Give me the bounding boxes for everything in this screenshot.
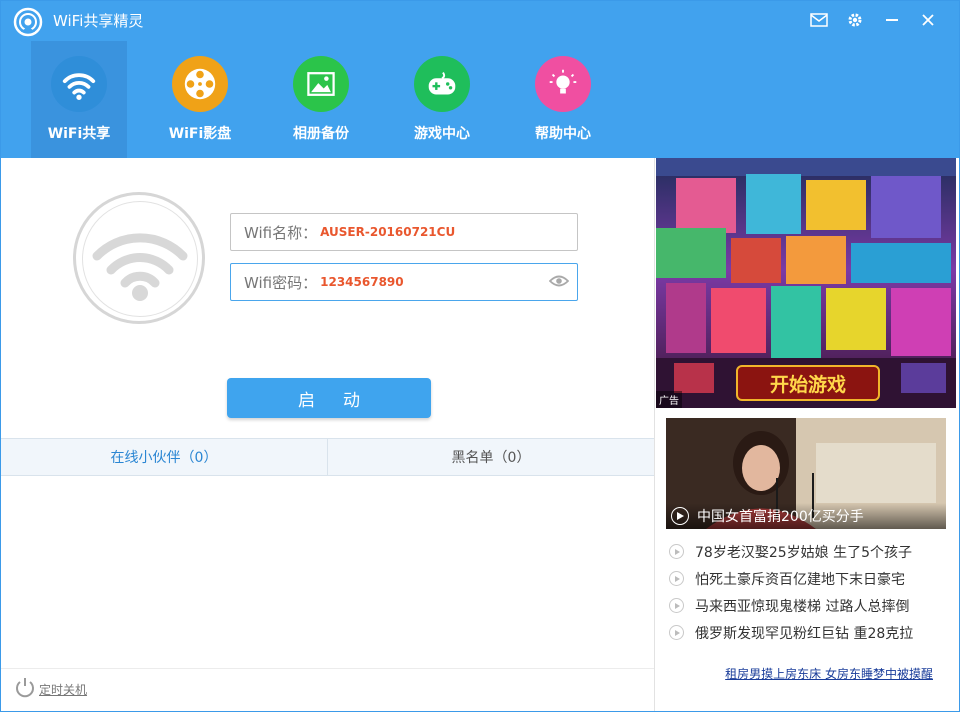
message-button[interactable]: [808, 9, 830, 31]
wifi-icon: [62, 73, 96, 100]
news-list: 78岁老汉娶25岁姑娘 生了5个孩子 怕死土豪斥资百亿建地下末日豪宅 马来西亚惊…: [669, 538, 954, 646]
news-item[interactable]: 怕死土豪斥资百亿建地下末日豪宅: [669, 565, 954, 592]
news-title: 马来西亚惊现鬼楼梯 过路人总摔倒: [695, 598, 910, 615]
photo-icon: [307, 72, 335, 96]
tab-game-center[interactable]: 游戏中心: [394, 41, 490, 158]
wifi-name-label: Wifi名称：: [244, 223, 318, 242]
tab-icon-bg: [172, 56, 228, 112]
wifi-status-ring: [73, 192, 205, 324]
tab-photo-backup[interactable]: 相册备份: [273, 41, 369, 158]
app-logo-icon: [13, 7, 43, 37]
ad-start-game-button[interactable]: 开始游戏: [736, 365, 880, 401]
gear-icon: [848, 13, 862, 27]
device-tabs: 在线小伙伴（0） 黑名单（0）: [1, 438, 654, 476]
close-button[interactable]: [917, 9, 939, 31]
news-item[interactable]: 俄罗斯发现罕见粉红巨钻 重28克拉: [669, 619, 954, 646]
ad-banner[interactable]: 广告 开始游戏: [656, 158, 956, 408]
header-bar: WiFi共享精灵 WiFi共享 WiFi影盘 相册备份 游戏中心 帮助中心: [1, 1, 959, 158]
ad-tag: 广告: [656, 391, 682, 408]
news-item[interactable]: 78岁老汉娶25岁姑娘 生了5个孩子: [669, 538, 954, 565]
wifi-name-value: AUSER-20160721CU: [320, 225, 456, 239]
settings-button[interactable]: [844, 9, 866, 31]
news-photo[interactable]: 中国女首富捐200亿买分手: [666, 418, 946, 529]
app-window: WiFi共享精灵 WiFi共享 WiFi影盘 相册备份 游戏中心 帮助中心 Wi…: [0, 0, 960, 712]
news-title: 怕死土豪斥资百亿建地下末日豪宅: [695, 571, 905, 588]
wifi-name-field[interactable]: Wifi名称： AUSER-20160721CU: [230, 213, 578, 251]
wifi-status-inner: [82, 201, 198, 317]
lightbulb-icon: [549, 69, 577, 94]
app-title: WiFi共享精灵: [53, 12, 144, 30]
tab-icon-bg: [414, 56, 470, 112]
tab-label: WiFi共享: [47, 126, 111, 142]
play-icon: [669, 544, 684, 559]
news-title: 78岁老汉娶25岁姑娘 生了5个孩子: [695, 544, 912, 561]
play-icon: [671, 507, 689, 525]
tab-blacklist[interactable]: 黑名单（0）: [327, 439, 654, 475]
news-title: 俄罗斯发现罕见粉红巨钻 重28克拉: [695, 625, 914, 642]
wifi-password-field[interactable]: Wifi密码： 1234567890: [230, 263, 578, 301]
caption-text: 中国女首富捐200亿买分手: [697, 509, 864, 525]
news-photo-caption: 中国女首富捐200亿买分手: [666, 503, 946, 529]
wifi-status-icon: [92, 233, 188, 301]
tab-online-partners[interactable]: 在线小伙伴（0）: [1, 439, 327, 475]
power-icon[interactable]: [14, 676, 36, 698]
start-button[interactable]: 启动: [227, 378, 431, 418]
mail-icon: [810, 13, 828, 27]
tab-icon-bg: [535, 56, 591, 112]
gamepad-icon: [428, 72, 456, 95]
wifi-share-panel: Wifi名称： AUSER-20160721CU Wifi密码： 1234567…: [1, 158, 654, 668]
minimize-icon: [886, 19, 898, 21]
film-reel-icon: [184, 68, 216, 100]
tab-help-center[interactable]: 帮助中心: [515, 41, 611, 158]
tab-label: WiFi影盘: [168, 126, 232, 142]
close-icon: [922, 14, 934, 26]
wifi-password-label: Wifi密码：: [244, 273, 318, 292]
tab-icon-bg: [293, 56, 349, 112]
tab-label: 游戏中心: [414, 126, 470, 142]
tab-wifi-share[interactable]: WiFi共享: [31, 41, 127, 158]
minimize-button[interactable]: [881, 9, 903, 31]
eye-icon[interactable]: [549, 274, 569, 288]
device-list: [1, 476, 654, 666]
play-icon: [669, 598, 684, 613]
wifi-password-value: 1234567890: [320, 275, 404, 289]
ad-sidebar: 广告 开始游戏 中国女首富捐200亿买分手 78岁老汉娶25岁姑娘 生了5个孩子…: [654, 158, 959, 711]
footer-bar: 定时关机: [1, 668, 654, 711]
play-icon: [669, 625, 684, 640]
sponsored-link[interactable]: 租房男摸上房东床 女房东睡梦中被摸醒: [725, 665, 933, 682]
tab-label: 相册备份: [293, 126, 349, 142]
play-icon: [669, 571, 684, 586]
tab-icon-bg: [51, 56, 107, 112]
timer-shutdown-link[interactable]: 定时关机: [39, 681, 87, 698]
tab-label: 帮助中心: [535, 126, 591, 142]
news-item[interactable]: 马来西亚惊现鬼楼梯 过路人总摔倒: [669, 592, 954, 619]
tab-wifi-disk[interactable]: WiFi影盘: [152, 41, 248, 158]
